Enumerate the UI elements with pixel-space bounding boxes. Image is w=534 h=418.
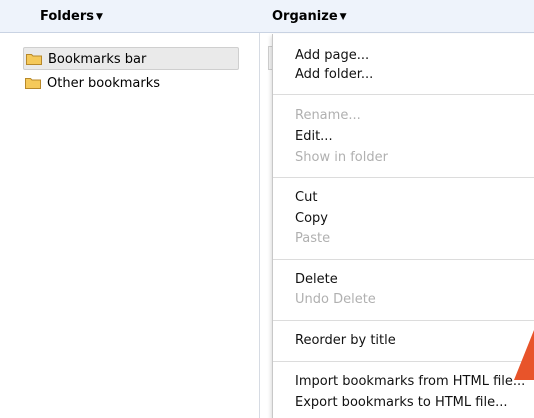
organize-menu-button[interactable]: Organize ▼: [272, 9, 347, 24]
menu-item-export-bookmarks[interactable]: Export bookmarks to HTML file...: [295, 394, 507, 412]
menu-item-add-folder[interactable]: Add folder...: [295, 66, 373, 84]
menu-separator: [273, 320, 534, 321]
folders-menu-label: Folders: [40, 9, 95, 24]
tree-item-label: Other bookmarks: [47, 76, 161, 91]
tree-item-label: Bookmarks bar: [48, 52, 147, 67]
organize-menu-label: Organize: [272, 9, 338, 24]
menu-item-copy[interactable]: Copy: [295, 210, 328, 228]
menu-item-import-bookmarks[interactable]: Import bookmarks from HTML file...: [295, 373, 525, 391]
chevron-down-icon: ▼: [339, 12, 347, 22]
toolbar: Folders ▼ Organize ▼: [0, 0, 534, 33]
menu-item-paste: Paste: [295, 231, 331, 246]
folder-tree-pane: Bookmarks bar Other bookmarks: [0, 33, 257, 418]
menu-item-rename: Rename...: [295, 108, 361, 123]
menu-separator: [273, 177, 534, 178]
menu-item-undo-delete: Undo Delete: [295, 292, 376, 307]
chevron-down-icon: ▼: [96, 12, 103, 22]
menu-separator: [273, 259, 534, 260]
menu-item-show-in-folder: Show in folder: [295, 150, 388, 165]
menu-item-cut[interactable]: Cut: [295, 189, 317, 207]
menu-item-add-page[interactable]: Add page...: [295, 47, 369, 65]
folder-icon: [25, 78, 41, 89]
menu-separator: [273, 94, 534, 95]
pointer-arrow-icon: [514, 330, 534, 380]
tree-item-other-bookmarks[interactable]: Other bookmarks: [23, 72, 239, 95]
menu-item-reorder-by-title[interactable]: Reorder by title: [295, 332, 396, 350]
menu-item-edit[interactable]: Edit...: [295, 128, 333, 146]
organize-dropdown-menu: Add page... Add folder... Rename... Edit…: [272, 34, 534, 418]
folder-icon: [26, 54, 42, 65]
menu-separator: [273, 361, 534, 362]
tree-item-bookmarks-bar[interactable]: Bookmarks bar: [23, 47, 239, 70]
menu-item-delete[interactable]: Delete: [295, 271, 338, 289]
folders-menu-button[interactable]: Folders ▼: [40, 9, 103, 24]
